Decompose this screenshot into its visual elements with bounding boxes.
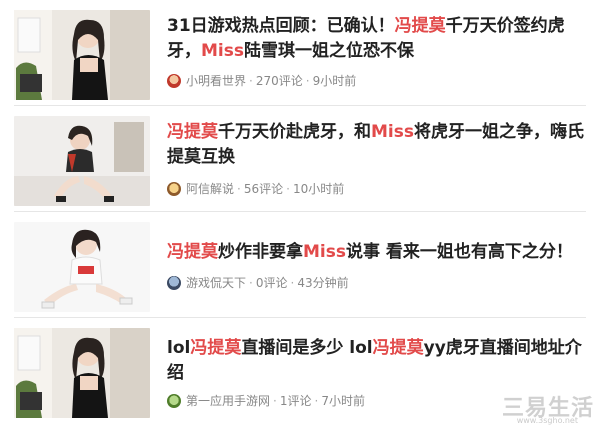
article-title[interactable]: lol冯提莫直播间是多少 lol冯提莫yy虎牙直播间地址介绍 xyxy=(167,336,589,386)
title-text: 炒作非要拿 xyxy=(218,242,303,262)
publish-time: 7小时前 xyxy=(321,394,365,408)
article-item[interactable]: 31日游戏热点回顾：已确认！冯提莫千万天价签约虎牙，Miss陆雪琪一姐之位恐不保… xyxy=(0,0,600,104)
watermark-url: www.3sgho.net xyxy=(516,416,578,425)
thumbnail-photo xyxy=(14,116,150,206)
source-name[interactable]: 阿信解说 xyxy=(186,180,234,197)
title-text: 直播间是多少 lol xyxy=(241,338,373,358)
article-thumbnail[interactable] xyxy=(14,328,150,418)
title-text: 说事 看来一姐也有高下之分！ xyxy=(345,242,573,262)
article-thumbnail[interactable] xyxy=(14,10,150,100)
cartoon-avatar-icon xyxy=(167,181,181,196)
source-name[interactable]: 游戏侃天下 xyxy=(186,274,246,291)
title-highlight: Miss xyxy=(371,122,414,142)
game-avatar-icon xyxy=(167,275,181,290)
title-highlight: 冯提莫 xyxy=(394,16,446,36)
divider xyxy=(14,105,586,106)
article-meta: 小明看世界 · 270评论 · 9小时前 xyxy=(167,72,356,89)
article-item[interactable]: 冯提莫炒作非要拿Miss说事 看来一姐也有高下之分！ 游戏侃天下 · 0评论 ·… xyxy=(0,212,600,316)
article-meta: 第一应用手游网 · 1评论 · 7小时前 xyxy=(167,392,365,409)
divider xyxy=(14,211,586,212)
title-highlight: Miss xyxy=(201,41,244,61)
publish-time: 10小时前 xyxy=(292,182,345,196)
title-highlight: 冯提莫 xyxy=(167,242,218,262)
source-name[interactable]: 小明看世界 xyxy=(186,72,246,89)
news-feed: 31日游戏热点回顾：已确认！冯提莫千万天价签约虎牙，Miss陆雪琪一姐之位恐不保… xyxy=(0,0,600,426)
source-name[interactable]: 第一应用手游网 xyxy=(186,392,270,409)
article-thumbnail[interactable] xyxy=(14,116,150,206)
comment-count[interactable]: 270评论 xyxy=(256,72,303,89)
article-item[interactable]: 冯提莫千万天价赴虎牙，和Miss将虎牙一姐之争，嗨氏提莫互换 阿信解说 · 56… xyxy=(0,106,600,210)
title-text: lol xyxy=(167,338,191,358)
article-thumbnail[interactable] xyxy=(14,222,150,312)
title-highlight: 冯提莫 xyxy=(372,338,424,358)
divider xyxy=(14,317,586,318)
article-title[interactable]: 31日游戏热点回顾：已确认！冯提莫千万天价签约虎牙，Miss陆雪琪一姐之位恐不保 xyxy=(167,14,589,64)
comment-count[interactable]: 56评论 xyxy=(244,180,283,197)
title-highlight: 冯提莫 xyxy=(190,338,242,358)
article-title[interactable]: 冯提莫炒作非要拿Miss说事 看来一姐也有高下之分！ xyxy=(167,240,589,265)
title-highlight: 冯提莫 xyxy=(167,122,218,142)
article-title[interactable]: 冯提莫千万天价赴虎牙，和Miss将虎牙一姐之争，嗨氏提莫互换 xyxy=(167,120,589,170)
thumbnail-photo xyxy=(14,222,150,312)
article-meta: 阿信解说 · 56评论 · 10小时前 xyxy=(167,180,344,197)
title-highlight: Miss xyxy=(303,242,346,262)
article-meta: 游戏侃天下 · 0评论 · 43分钟前 xyxy=(167,274,349,291)
cartoon-avatar-icon xyxy=(167,73,181,88)
thumbnail-photo xyxy=(14,10,150,100)
title-text: 千万天价赴虎牙，和 xyxy=(218,122,371,142)
thumbnail-photo xyxy=(14,328,150,418)
publish-time: 43分钟前 xyxy=(297,276,349,290)
comment-count[interactable]: 0评论 xyxy=(256,274,288,291)
title-text: 陆雪琪一姐之位恐不保 xyxy=(243,41,414,61)
publish-time: 9小时前 xyxy=(312,74,357,88)
title-text: 31日游戏热点回顾：已确认！ xyxy=(167,16,395,36)
comment-count[interactable]: 1评论 xyxy=(280,392,312,409)
app-avatar-icon xyxy=(167,393,181,408)
